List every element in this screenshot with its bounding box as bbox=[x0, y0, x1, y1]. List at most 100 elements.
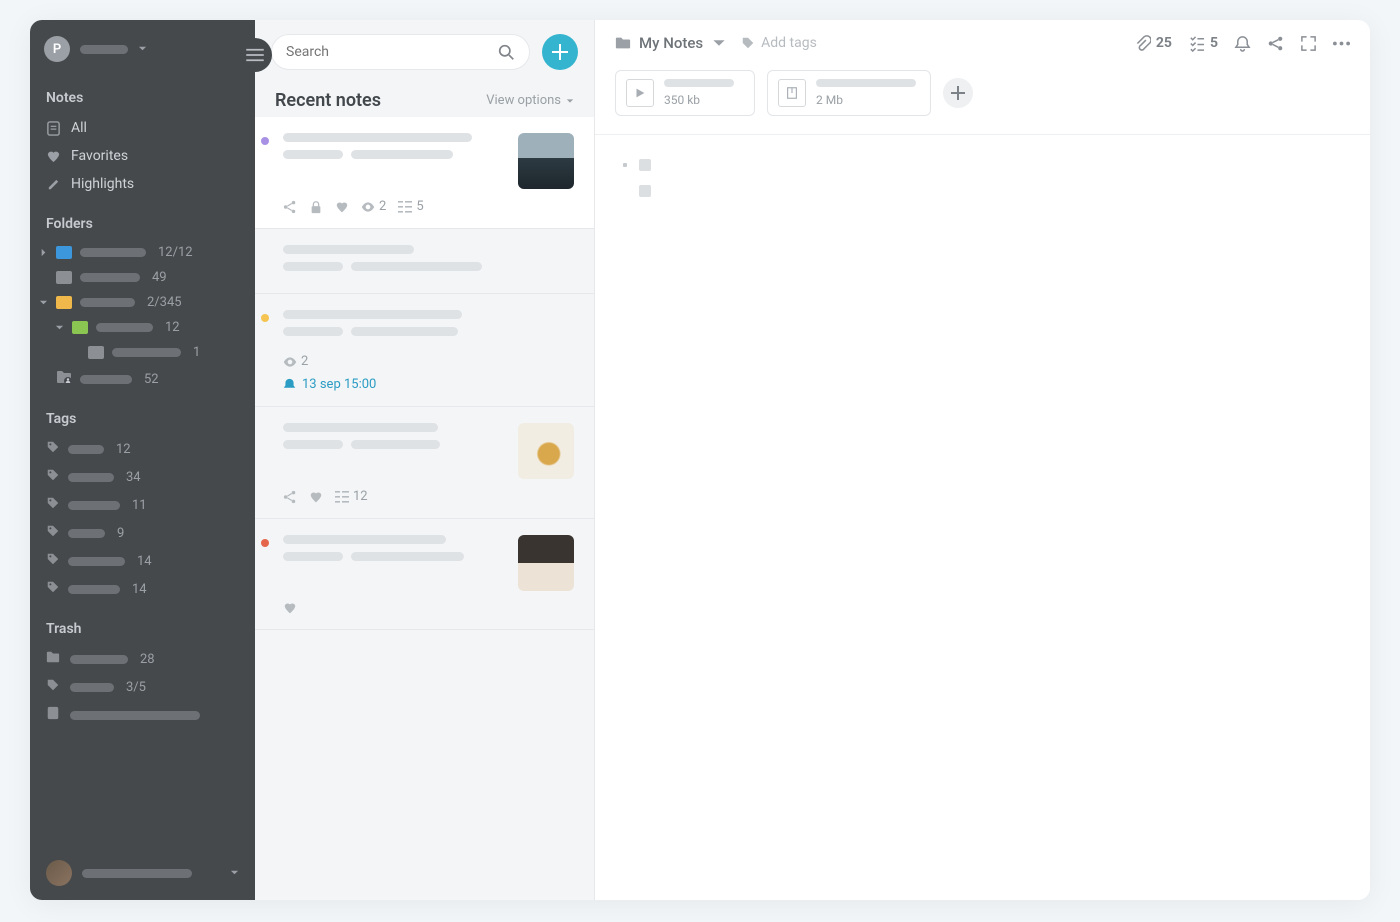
search-icon bbox=[498, 44, 515, 61]
folder-name-placeholder bbox=[112, 348, 181, 357]
note-list-item[interactable]: 25 bbox=[255, 117, 594, 229]
note-meta-row bbox=[271, 601, 574, 615]
tag-icon bbox=[46, 496, 60, 514]
folder-icon bbox=[56, 296, 72, 309]
attachments-counter[interactable]: 25 bbox=[1134, 35, 1172, 52]
reminders-button[interactable] bbox=[1234, 35, 1251, 52]
search-field[interactable] bbox=[271, 34, 530, 70]
tag-name-placeholder bbox=[68, 501, 120, 510]
share-button[interactable] bbox=[1267, 35, 1284, 52]
folder-expand-icon[interactable] bbox=[54, 323, 64, 332]
tag-name-placeholder bbox=[68, 445, 104, 454]
note-meta-row: 25 bbox=[271, 199, 574, 214]
tag-item[interactable]: 14 bbox=[30, 575, 255, 603]
archive-icon bbox=[778, 79, 806, 107]
tag-item[interactable]: 34 bbox=[30, 463, 255, 491]
sidebar: P Notes All Favorites Highlights Folders… bbox=[30, 20, 255, 900]
tag-item[interactable]: 9 bbox=[30, 519, 255, 547]
paperclip-icon bbox=[1134, 35, 1151, 52]
nav-all-notes[interactable]: All bbox=[30, 114, 255, 142]
add-attachment-button[interactable] bbox=[943, 78, 973, 108]
trash-item[interactable]: 28 bbox=[30, 645, 255, 673]
views-count: 2 bbox=[361, 199, 386, 214]
note-meta-row: 12 bbox=[271, 489, 574, 504]
more-button[interactable] bbox=[1333, 35, 1350, 52]
breadcrumb[interactable]: My Notes bbox=[615, 34, 727, 52]
folder-expand-icon[interactable] bbox=[38, 298, 48, 307]
folder-name-placeholder bbox=[80, 248, 146, 257]
tag-item[interactable]: 14 bbox=[30, 547, 255, 575]
fullscreen-button[interactable] bbox=[1300, 35, 1317, 52]
share-icon bbox=[1267, 35, 1284, 52]
folder-item[interactable]: 2/345 bbox=[30, 290, 255, 315]
note-thumbnail bbox=[518, 423, 574, 479]
note-snippet-placeholder bbox=[351, 552, 464, 561]
views-count: 2 bbox=[283, 354, 308, 369]
note-list-item[interactable]: 2 13 sep 15:00 bbox=[255, 294, 594, 407]
tag-count: 9 bbox=[117, 526, 124, 541]
chevron-down-icon bbox=[566, 97, 574, 105]
note-title-placeholder bbox=[283, 423, 438, 432]
note-list-item[interactable] bbox=[255, 229, 594, 294]
folder-count: 12 bbox=[165, 320, 180, 335]
tag-count: 14 bbox=[132, 582, 147, 597]
note-snippet-placeholder bbox=[351, 150, 453, 159]
note-snippet-placeholder bbox=[351, 327, 458, 336]
trash-name-placeholder bbox=[70, 683, 114, 692]
heart-icon bbox=[309, 490, 323, 504]
tasks-counter[interactable]: 5 bbox=[1188, 35, 1218, 52]
attachment-video[interactable]: 350 kb bbox=[615, 70, 755, 116]
add-tags-button[interactable]: Add tags bbox=[741, 35, 817, 51]
search-input[interactable] bbox=[286, 44, 498, 60]
tag-icon bbox=[741, 36, 755, 50]
user-avatar bbox=[46, 860, 72, 886]
trash-item[interactable] bbox=[30, 701, 255, 729]
nav-highlights[interactable]: Highlights bbox=[30, 170, 255, 198]
tag-item[interactable]: 12 bbox=[30, 435, 255, 463]
folder-expand-icon[interactable] bbox=[38, 248, 48, 257]
folder-item[interactable]: 12 bbox=[30, 315, 255, 340]
folder-icon bbox=[46, 650, 62, 668]
trash-item[interactable]: 3/5 bbox=[30, 673, 255, 701]
section-title-folders: Folders bbox=[30, 198, 255, 240]
tasks-count: 5 bbox=[1210, 35, 1218, 51]
folder-icon bbox=[88, 346, 104, 359]
attachment-archive[interactable]: 2 Mb bbox=[767, 70, 931, 116]
dots-icon bbox=[1333, 35, 1350, 52]
tag-name-placeholder bbox=[68, 529, 105, 538]
note-snippet-placeholder bbox=[283, 262, 343, 271]
reminder-badge[interactable]: 13 sep 15:00 bbox=[271, 377, 574, 392]
app-window: P Notes All Favorites Highlights Folders… bbox=[30, 20, 1370, 900]
tag-icon bbox=[46, 524, 60, 542]
folder-icon bbox=[615, 36, 631, 50]
collapse-sidebar-button[interactable] bbox=[238, 38, 272, 72]
folder-item[interactable]: 49 bbox=[30, 265, 255, 290]
note-list-panel: Recent notes View options 25213 sep 15:0… bbox=[255, 20, 595, 900]
folder-item[interactable]: 12/12 bbox=[30, 240, 255, 265]
chevron-down-icon bbox=[711, 36, 727, 50]
note-icon bbox=[46, 706, 62, 724]
folder-item[interactable]: 52 bbox=[30, 365, 255, 393]
attachment-size: 350 kb bbox=[664, 93, 734, 107]
view-options-menu[interactable]: View options bbox=[486, 93, 574, 108]
nav-label: Highlights bbox=[71, 176, 134, 192]
note-list-item[interactable]: 12 bbox=[255, 407, 594, 519]
body-line bbox=[623, 185, 1342, 197]
trash-name-placeholder bbox=[70, 711, 200, 720]
workspace-name-placeholder bbox=[80, 45, 128, 54]
nav-favorites[interactable]: Favorites bbox=[30, 142, 255, 170]
tag-item[interactable]: 11 bbox=[30, 491, 255, 519]
note-meta-row: 2 bbox=[271, 354, 574, 369]
note-thumbnail bbox=[518, 535, 574, 591]
folder-count: 12/12 bbox=[158, 245, 193, 260]
note-list-item[interactable] bbox=[255, 519, 594, 630]
folder-icon bbox=[72, 321, 88, 334]
tag-icon bbox=[46, 552, 60, 570]
new-note-button[interactable] bbox=[542, 34, 578, 70]
user-menu[interactable] bbox=[30, 846, 255, 900]
folder-item[interactable]: 1 bbox=[30, 340, 255, 365]
folder-name-placeholder bbox=[96, 323, 153, 332]
workspace-switcher[interactable]: P bbox=[30, 20, 255, 72]
note-body[interactable] bbox=[595, 135, 1370, 235]
video-icon bbox=[626, 79, 654, 107]
